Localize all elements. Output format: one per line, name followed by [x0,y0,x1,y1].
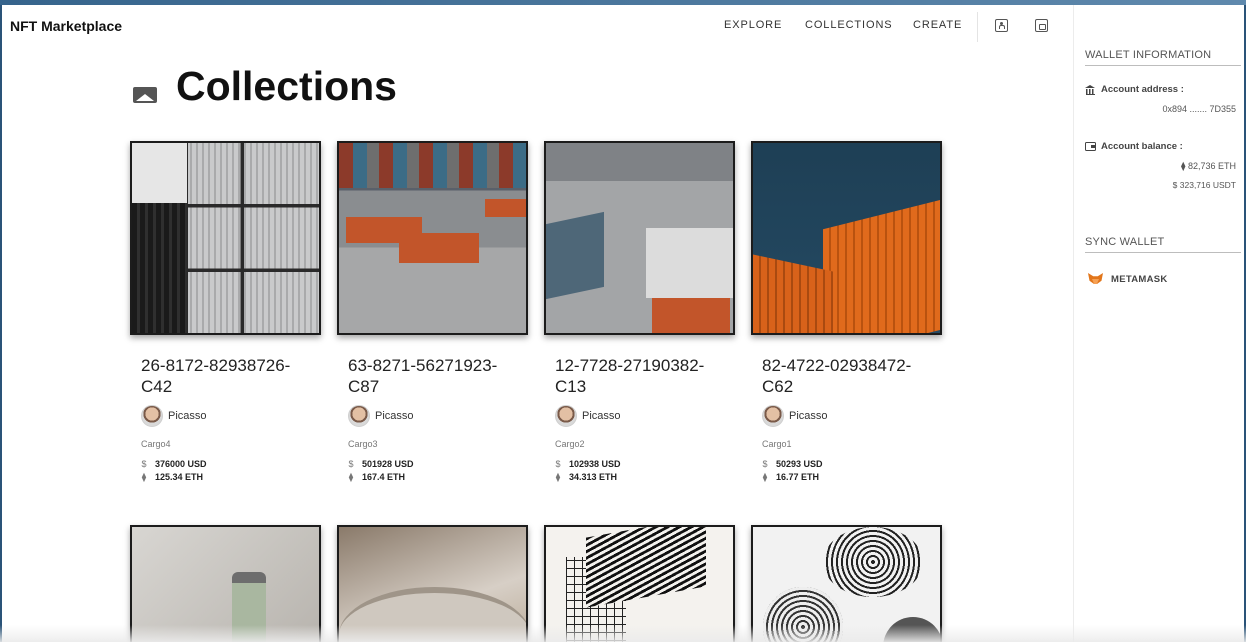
account-box-icon[interactable] [995,19,1008,32]
balance-eth: ⧫ 82,736 ETH [1181,161,1236,172]
metamask-fox-icon [1088,273,1103,286]
ethereum-icon: ⧫ [141,472,147,482]
artist[interactable]: Picasso [348,405,528,427]
account-address-value: 0x894 ....... 7D355 [1162,104,1236,114]
ethereum-icon: ⧫ [762,472,768,482]
nft-name: 12-7728-27190382-C13 [555,356,705,396]
avatar [141,405,163,427]
wallet-sidebar: WALLET INFORMATION Account address : 0x8… [1073,5,1244,642]
price-eth: ⧫ 125.34 ETH [141,472,321,483]
artist-name: Picasso [375,410,414,422]
sync-wallet-heading: SYNC WALLET [1085,236,1241,253]
wallet-icon [1085,142,1096,151]
price-eth-value: 167.4 ETH [362,472,406,482]
dollar-icon: $ [555,459,561,469]
metamask-label: METAMASK [1111,274,1168,285]
price-usd: $ 50293 USD [762,459,942,469]
avatar [555,405,577,427]
wallet-icon[interactable] [1035,19,1048,32]
brand-logo[interactable]: NFT Marketplace [10,18,122,34]
price-eth: ⧫ 16.77 ETH [762,472,942,483]
collection-name: Cargo2 [555,439,585,449]
artist-name: Picasso [582,410,621,422]
price-eth-value: 16.77 ETH [776,472,820,482]
artist[interactable]: Picasso [762,405,942,427]
price-usd: $ 102938 USD [555,459,735,469]
nft-image[interactable] [130,141,321,335]
balance-eth-value: 82,736 ETH [1187,161,1236,171]
nft-card[interactable]: 63-8271-56271923-C87 Picasso Cargo3 $ 50… [337,141,528,483]
ethereum-icon: ⧫ [555,472,561,482]
ethereum-icon: ⧫ [1181,161,1186,171]
account-balance-label: Account balance : [1085,141,1183,152]
nft-name: 82-4722-02938472-C62 [762,356,912,396]
collection-name: Cargo4 [141,439,171,449]
nav-divider [977,12,978,42]
price-usd-value: 501928 USD [362,459,414,469]
metamask-button[interactable]: METAMASK [1088,273,1168,286]
artist[interactable]: Picasso [555,405,735,427]
price-eth-value: 34.313 ETH [569,472,618,482]
account-balance-label-text: Account balance : [1101,141,1183,152]
account-address-label-text: Account address : [1101,84,1184,95]
artist[interactable]: Picasso [141,405,321,427]
price-usd-value: 50293 USD [776,459,823,469]
account-address-label: Account address : [1085,84,1184,95]
avatar [762,405,784,427]
nft-image[interactable] [751,141,942,335]
price-eth: ⧫ 34.313 ETH [555,472,735,483]
wallet-information-heading: WALLET INFORMATION [1085,49,1241,66]
bank-icon [1085,84,1096,95]
app-window: NFT Marketplace EXPLORE COLLECTIONS CREA… [2,5,1244,642]
dollar-icon: $ [762,459,768,469]
price-usd-value: 102938 USD [569,459,621,469]
nft-name: 63-8271-56271923-C87 [348,356,498,396]
price-eth: ⧫ 167.4 ETH [348,472,528,483]
collections-icon [133,87,157,103]
collection-name: Cargo1 [762,439,792,449]
nav-create[interactable]: CREATE [913,19,962,31]
dollar-icon: $ [141,459,147,469]
nft-card[interactable]: 12-7728-27190382-C13 Picasso Cargo2 $ 10… [544,141,735,483]
artist-name: Picasso [789,410,828,422]
balance-usdt: $ 323,716 USDT [1172,180,1236,190]
nft-card[interactable]: 82-4722-02938472-C62 Picasso Cargo1 $ 50… [751,141,942,483]
nft-image[interactable] [337,141,528,335]
nft-card[interactable]: 26-8172-82938726-C42 Picasso Cargo4 $ 37… [130,141,321,483]
nft-image[interactable] [544,141,735,335]
ethereum-icon: ⧫ [348,472,354,482]
nft-name: 26-8172-82938726-C42 [141,356,291,396]
price-usd: $ 376000 USD [141,459,321,469]
page-title: Collections [176,63,397,109]
price-usd-value: 376000 USD [155,459,207,469]
artist-name: Picasso [168,410,207,422]
price-eth-value: 125.34 ETH [155,472,204,482]
nav-explore[interactable]: EXPLORE [724,19,782,31]
bottom-fade [0,625,1246,642]
collection-name: Cargo3 [348,439,378,449]
nav-collections[interactable]: COLLECTIONS [805,19,893,31]
price-usd: $ 501928 USD [348,459,528,469]
avatar [348,405,370,427]
dollar-icon: $ [348,459,354,469]
